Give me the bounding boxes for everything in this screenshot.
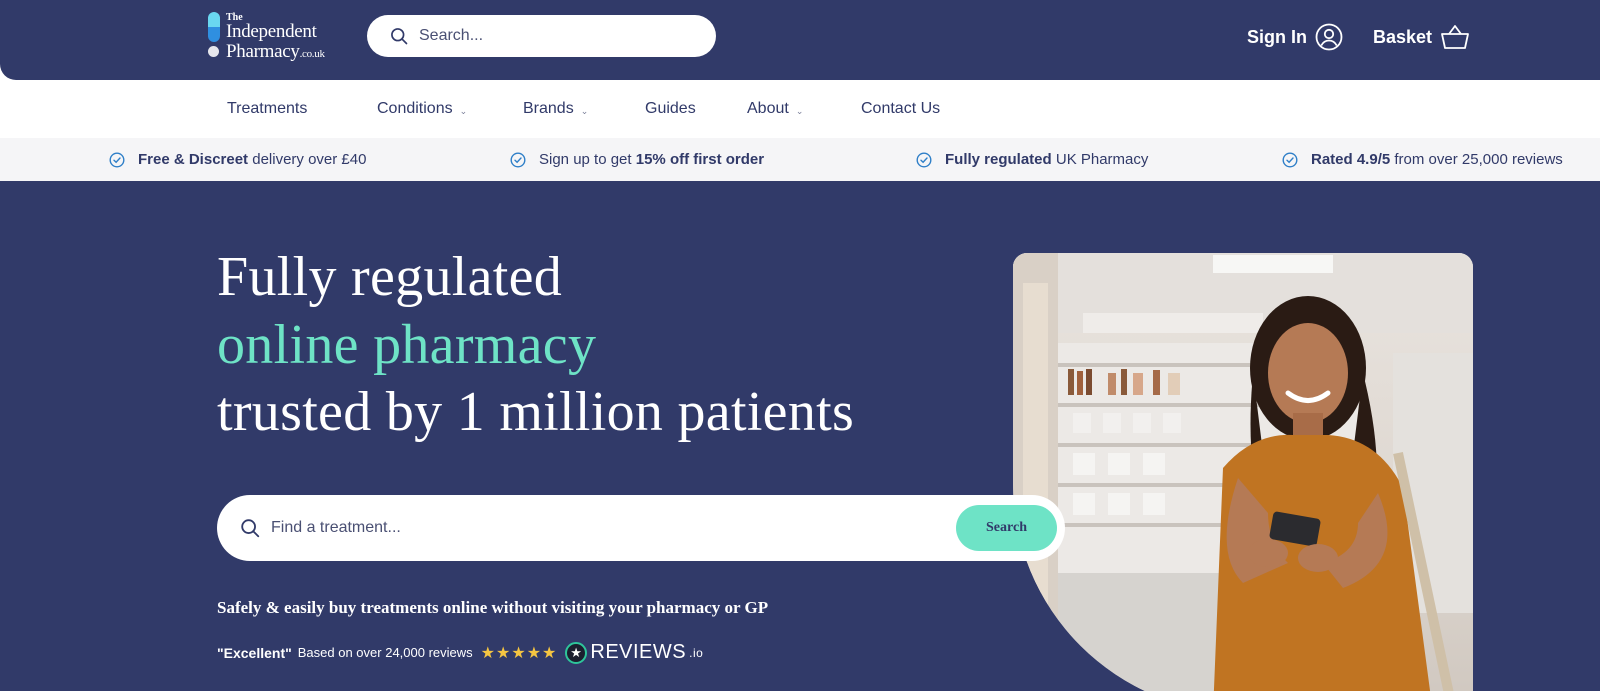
usp-bold: Rated 4.9/5 (1311, 151, 1391, 168)
pharmacy-photo-illustration (1013, 253, 1473, 691)
sign-in-link[interactable]: Sign In (1247, 22, 1343, 52)
star-rating-icon: ★★★★★ (480, 644, 558, 662)
hero-heading-line2: online pharmacy (217, 314, 597, 376)
main-nav: Treatments Conditions ⌄ Brands ⌄ Guides … (0, 80, 1600, 138)
nav-item-label: Contact Us (861, 100, 941, 117)
nav-item-label: Conditions (377, 100, 453, 117)
usp-item-delivery: Free & Discreet delivery over £40 (109, 151, 366, 168)
basket-icon (1441, 25, 1469, 49)
header-search-input[interactable] (419, 15, 699, 57)
verified-check-icon (1282, 151, 1298, 168)
usp-item-regulated: Fully regulated UK Pharmacy (916, 151, 1148, 168)
search-icon (391, 28, 408, 45)
reviews-io-logo: ★ REVIEWS .io (565, 641, 703, 664)
nav-item-about[interactable]: About ⌄ (747, 100, 803, 118)
verified-check-icon (916, 151, 932, 168)
usp-text: Rated 4.9/5 from over 25,000 reviews (1311, 151, 1563, 168)
reviews-io-brand: REVIEWS (590, 641, 687, 663)
header-search[interactable] (367, 15, 716, 57)
verified-check-icon (510, 151, 526, 168)
nav-item-treatments[interactable]: Treatments (227, 100, 307, 118)
nav-item-label: Brands (523, 100, 574, 117)
usp-bold: Fully regulated (945, 151, 1052, 168)
nav-item-contact-us[interactable]: Contact Us (861, 100, 940, 118)
usp-item-discount: Sign up to get 15% off first order (510, 151, 764, 168)
rating-word: "Excellent" (217, 644, 292, 661)
basket-label: Basket (1373, 26, 1433, 47)
usp-strip: Free & Discreet delivery over £40 Sign u… (0, 138, 1600, 183)
usp-text: Sign up to get 15% off first order (539, 151, 764, 168)
chevron-down-icon: ⌄ (459, 105, 468, 116)
usp-bold: Free & Discreet (138, 151, 249, 168)
verified-check-icon (109, 151, 125, 168)
search-button[interactable]: Search (956, 505, 1057, 551)
rating-text: Based on over 24,000 reviews (297, 645, 473, 660)
chevron-down-icon: ⌄ (795, 105, 804, 116)
nav-item-label: Guides (645, 100, 696, 117)
usp-text: Fully regulated UK Pharmacy (945, 151, 1148, 168)
usp-bold: 15% off first order (635, 151, 765, 168)
hero-image (1013, 253, 1473, 691)
sign-in-label: Sign In (1247, 26, 1307, 47)
logo-line2: Pharmacy.co.uk (226, 41, 325, 63)
basket-link[interactable]: Basket (1373, 22, 1470, 52)
nav-item-guides[interactable]: Guides (645, 100, 696, 118)
logo-line1: Independent (226, 21, 317, 42)
site-logo[interactable]: The Independent Pharmacy.co.uk (208, 10, 348, 62)
logo-line2-suffix: .co.uk (299, 48, 325, 60)
usp-rest: UK Pharmacy (1051, 151, 1149, 168)
usp-pre: Sign up to get (539, 151, 636, 168)
usp-text: Free & Discreet delivery over £40 (138, 151, 366, 168)
hero-tagline: Safely & easily buy treatments online wi… (217, 598, 769, 617)
nav-item-brands[interactable]: Brands ⌄ (523, 100, 588, 118)
treatment-search[interactable]: Search (217, 495, 1065, 561)
logo-pill-icon (208, 12, 220, 42)
hero-heading-line1: Fully regulated (217, 246, 563, 308)
site-header: The Independent Pharmacy.co.uk Sign In B… (0, 0, 1600, 80)
usp-rest: from over 25,000 reviews (1390, 151, 1563, 168)
treatment-search-input[interactable] (271, 495, 871, 561)
chevron-down-icon: ⌄ (580, 105, 589, 116)
user-icon (1315, 23, 1343, 51)
nav-item-label: Treatments (227, 100, 308, 117)
reviews-io-badge-icon: ★ (565, 641, 588, 664)
reviews-summary[interactable]: "Excellent" Based on over 24,000 reviews… (217, 641, 703, 664)
nav-item-label: About (747, 100, 789, 117)
logo-dot-icon (208, 46, 219, 57)
usp-item-rating: Rated 4.9/5 from over 25,000 reviews (1282, 151, 1563, 168)
reviews-io-suffix: .io (689, 645, 704, 660)
logo-line2-main: Pharmacy (226, 41, 300, 62)
nav-item-conditions[interactable]: Conditions ⌄ (377, 100, 467, 118)
usp-rest: delivery over £40 (248, 151, 367, 168)
search-icon (241, 519, 260, 538)
hero-heading-line3: trusted by 1 million patients (217, 381, 855, 443)
hero-section: Fully regulated online pharmacy trusted … (0, 183, 1600, 691)
